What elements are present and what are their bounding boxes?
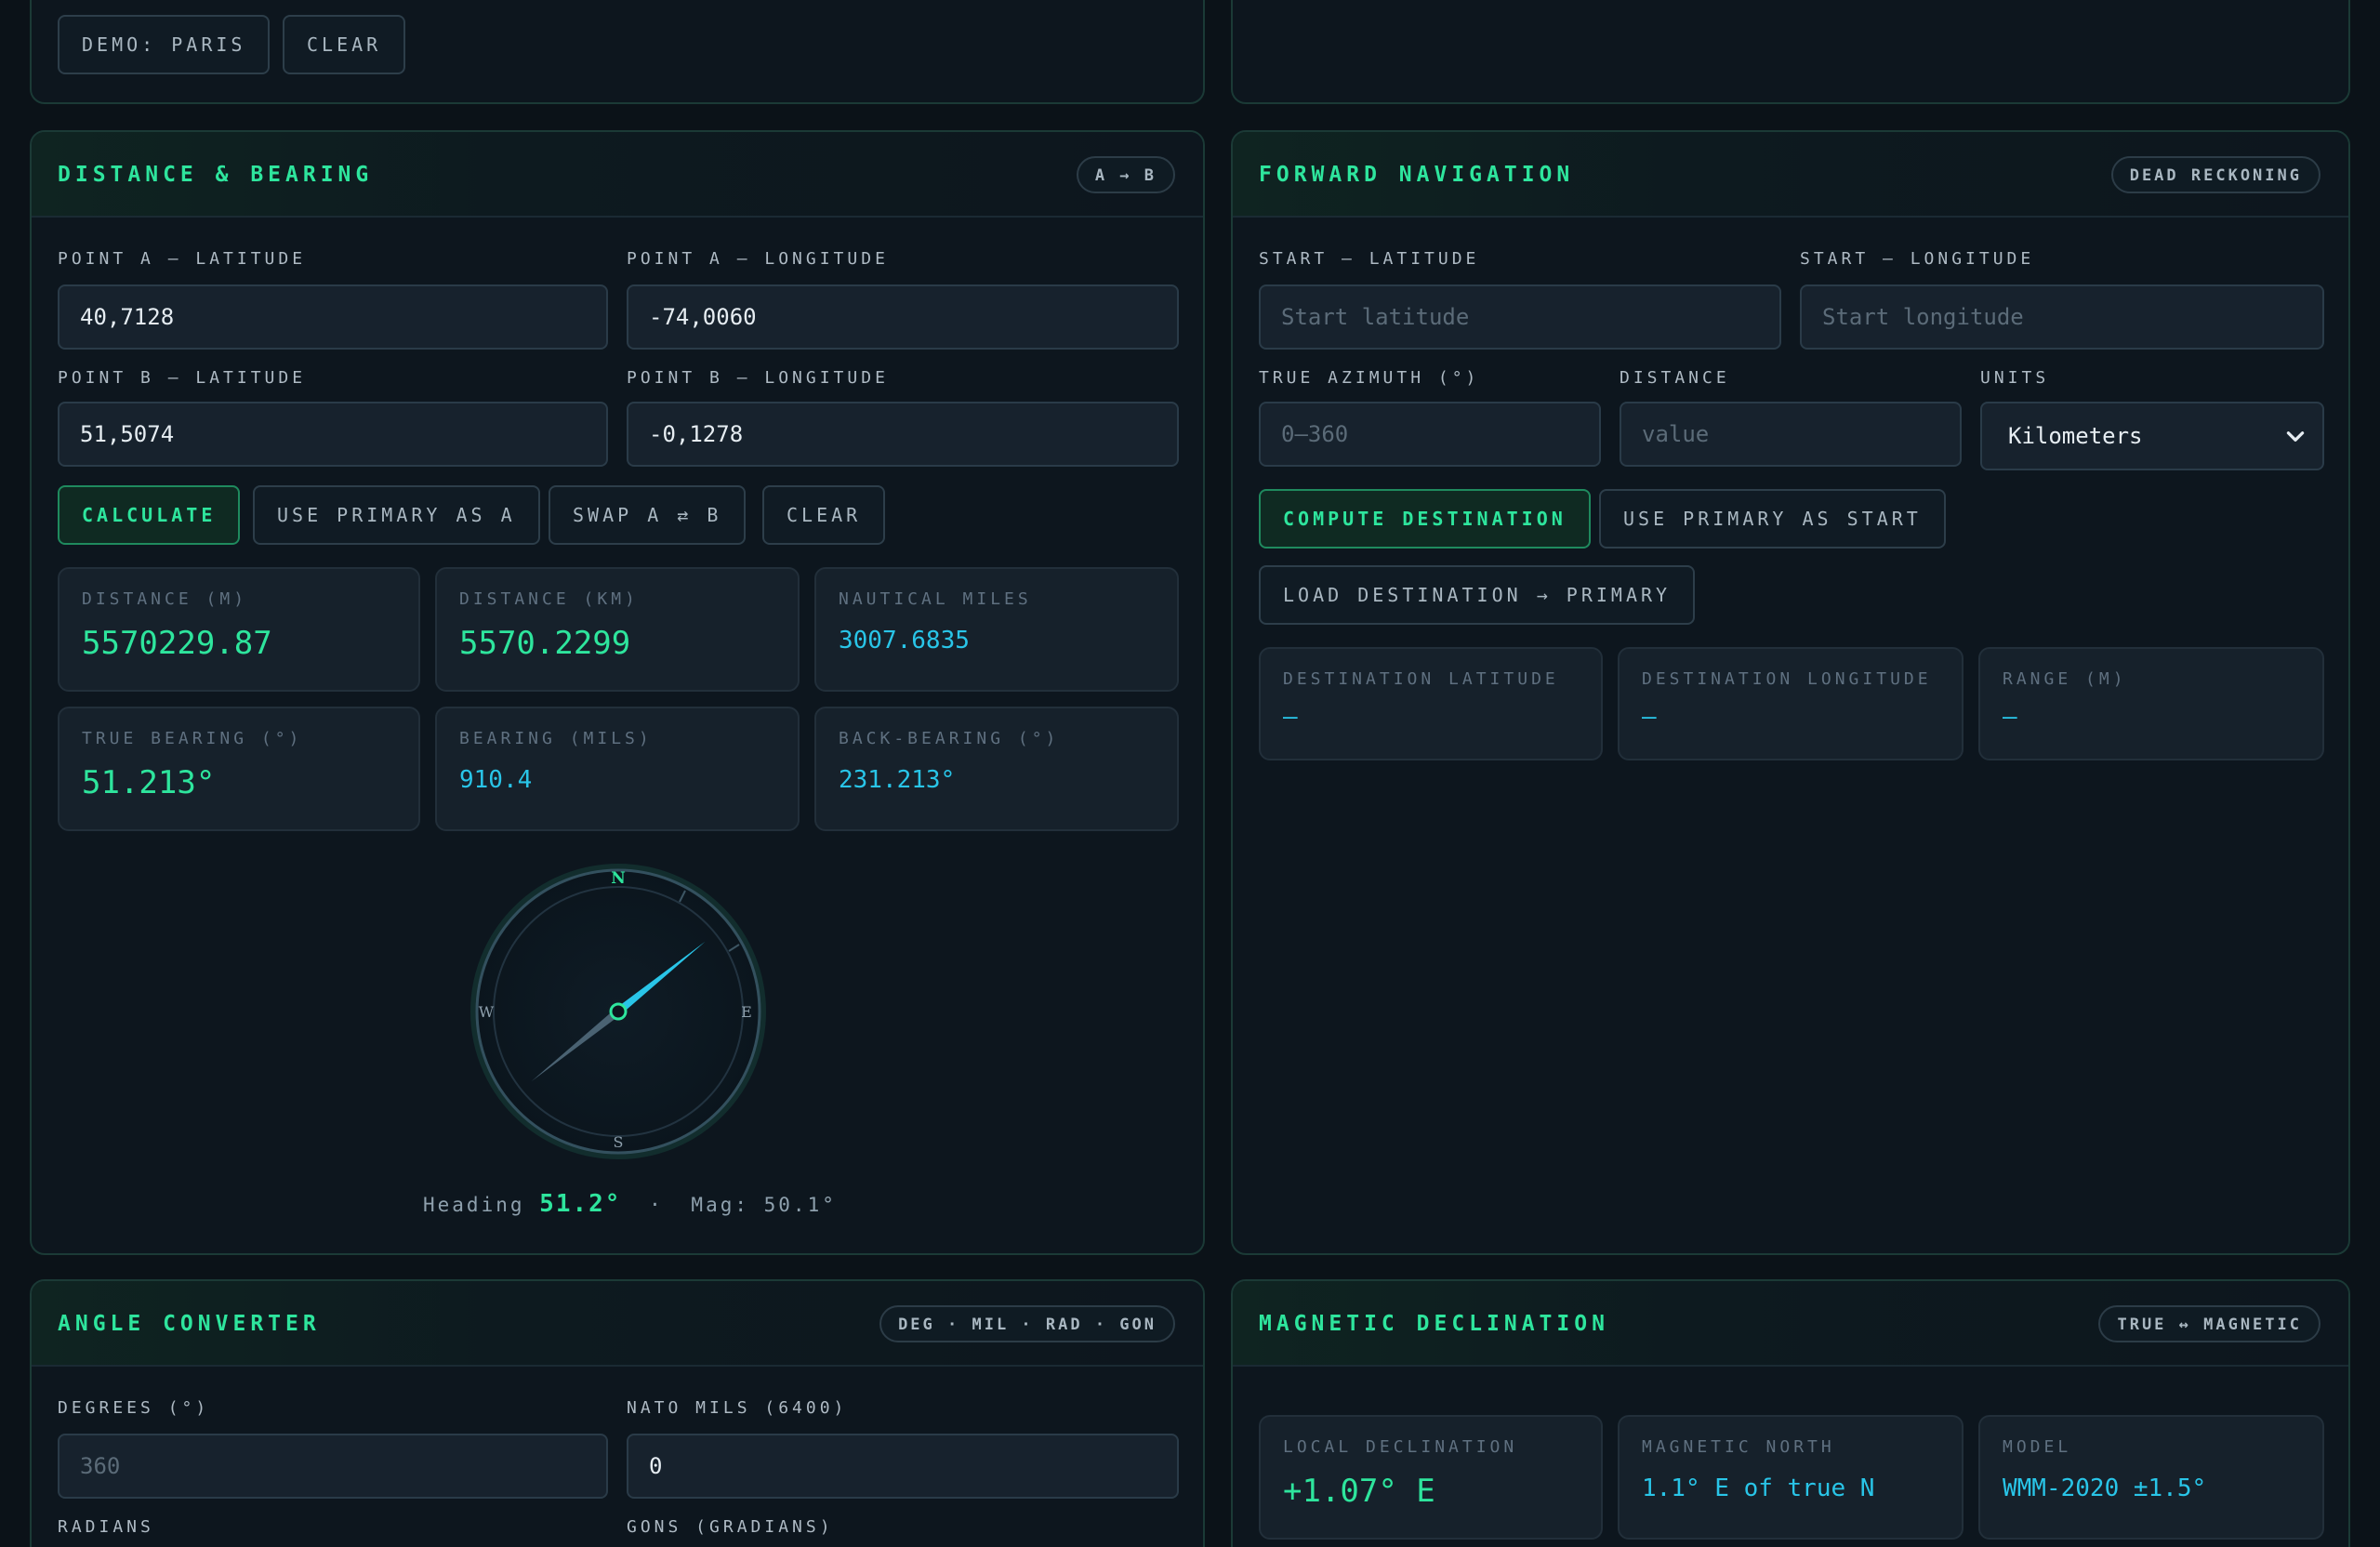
result-label: NAUTICAL MILES [839,589,1032,609]
distance-m-card: DISTANCE (M) 5570229.87 [58,567,420,692]
heading-separator: · [649,1194,664,1216]
units-badge: DEG · MIL · RAD · GON [879,1305,1175,1342]
result-value: 51.213° [82,764,216,801]
magnetic-declination-panel: MAGNETIC DECLINATION TRUE ↔ MAGNETIC LOC… [1231,1279,2350,1547]
result-label: TRUE BEARING (°) [82,729,303,748]
range-card: RANGE (M) — [1978,647,2324,760]
result-value: +1.07° E [1283,1473,1435,1510]
result-label: DESTINATION LONGITUDE [1642,669,1932,689]
angle-converter-panel: ANGLE CONVERTER DEG · MIL · RAD · GON DE… [30,1279,1205,1547]
calculate-button[interactable]: CALCULATE [58,485,241,545]
azimuth-input[interactable] [1259,402,1601,467]
model-card: MODEL WMM-2020 ±1.5° [1978,1415,2324,1540]
load-destination-button[interactable]: LOAD DESTINATION → PRIMARY [1259,565,1696,625]
degrees-label: DEGREES (°) [58,1398,210,1418]
compass-w-label: W [479,1003,495,1021]
distance-input[interactable] [1620,402,1962,467]
panel-title: ANGLE CONVERTER [58,1312,321,1336]
destination-lat-card: DESTINATION LATITUDE — [1259,647,1603,760]
demo-panel: DEMO: PARIS CLEAR [30,0,1205,104]
result-label: MODEL [2003,1437,2072,1457]
compass-dial: N E S W [470,864,766,1159]
result-value: WMM-2020 ±1.5° [2003,1474,2207,1502]
back-bearing-card: BACK-BEARING (°) 231.213° [814,707,1179,831]
result-value: 5570229.87 [82,625,272,662]
point-b-lon-label: POINT B — LONGITUDE [627,368,889,388]
panel-title: MAGNETIC DECLINATION [1259,1312,1609,1336]
compass-hub [609,1002,628,1021]
distance-km-card: DISTANCE (KM) 5570.2299 [435,567,800,692]
azimuth-label: TRUE AZIMUTH (°) [1259,368,1480,388]
result-label: BACK-BEARING (°) [839,729,1060,748]
mils-label: NATO MILS (6400) [627,1398,848,1418]
gons-label: GONS (GRADIANS) [627,1517,834,1537]
result-label: DISTANCE (KM) [459,589,639,609]
result-value: — [1283,703,1298,731]
point-a-lat-label: POINT A — LATITUDE [58,249,307,269]
distance-label: DISTANCE [1620,368,1730,388]
compass-n-label: N [611,869,626,888]
bearing-mils-card: BEARING (MILS) 910.4 [435,707,800,831]
radians-label: RADIANS [58,1517,154,1537]
result-label: BEARING (MILS) [459,729,653,748]
dead-reckoning-badge: DEAD RECKONING [2110,156,2320,193]
start-lon-input[interactable] [1800,284,2324,350]
compute-destination-button[interactable]: COMPUTE DESTINATION [1259,489,1591,549]
result-value: 910.4 [459,766,533,794]
result-value: 5570.2299 [459,625,631,662]
direction-badge: A → B [1076,156,1175,193]
forward-navigation-panel: FORWARD NAVIGATION DEAD RECKONING START … [1231,130,2350,1255]
result-label: DESTINATION LATITUDE [1283,669,1559,689]
destination-lon-card: DESTINATION LONGITUDE — [1618,647,1964,760]
result-label: RANGE (M) [2003,669,2127,689]
result-label: DISTANCE (M) [82,589,248,609]
result-label: LOCAL DECLINATION [1283,1437,1518,1457]
true-bearing-card: TRUE BEARING (°) 51.213° [58,707,420,831]
heading-value: 51.2° [539,1190,622,1218]
result-value: 1.1° E of true N [1642,1474,1875,1502]
heading-readout: Heading 51.2° · Mag: 50.1° [423,1190,837,1218]
local-declination-card: LOCAL DECLINATION +1.07° E [1259,1415,1603,1540]
point-a-lon-input[interactable] [627,284,1179,350]
start-lat-label: START — LATITUDE [1259,249,1480,269]
result-label: MAGNETIC NORTH [1642,1437,1835,1457]
true-magnetic-badge: TRUE ↔ MAGNETIC [2098,1305,2320,1342]
nautical-miles-card: NAUTICAL MILES 3007.6835 [814,567,1179,692]
swap-button[interactable]: SWAP A ⇄ B [549,485,747,545]
panel-title: FORWARD NAVIGATION [1259,163,1575,187]
units-selected-value: Kilometers [2008,423,2143,449]
mils-input[interactable] [627,1434,1179,1499]
result-value: 231.213° [839,766,956,794]
panel-title: DISTANCE & BEARING [58,163,374,187]
units-label: UNITS [1980,368,2050,388]
start-lat-input[interactable] [1259,284,1781,350]
chevron-down-icon [2286,431,2305,442]
use-primary-as-start-button[interactable]: USE PRIMARY AS START [1599,489,1946,549]
clear-button[interactable]: CLEAR [762,485,886,545]
magnetic-north-card: MAGNETIC NORTH 1.1° E of true N [1618,1415,1964,1540]
compass-s-label: S [614,1133,624,1151]
point-a-lon-label: POINT A — LONGITUDE [627,249,889,269]
start-lon-label: START — LONGITUDE [1800,249,2035,269]
point-b-lat-input[interactable] [58,402,608,467]
compass-e-label: E [741,1003,752,1021]
result-value: — [1642,703,1657,731]
degrees-input[interactable] [58,1434,608,1499]
compass: N E S W [469,863,767,1160]
result-value: 3007.6835 [839,627,970,654]
demo-paris-button[interactable]: DEMO: PARIS [58,15,271,74]
use-primary-as-a-button[interactable]: USE PRIMARY AS A [253,485,540,545]
point-b-lat-label: POINT B — LATITUDE [58,368,307,388]
magnetic-heading: Mag: 50.1° [691,1194,837,1216]
point-b-lon-input[interactable] [627,402,1179,467]
result-value: — [2003,703,2017,731]
top-right-panel [1231,0,2350,104]
clear-demo-button[interactable]: CLEAR [283,15,406,74]
units-select[interactable]: Kilometers [1980,402,2324,470]
point-a-lat-input[interactable] [58,284,608,350]
heading-label: Heading [423,1194,525,1216]
